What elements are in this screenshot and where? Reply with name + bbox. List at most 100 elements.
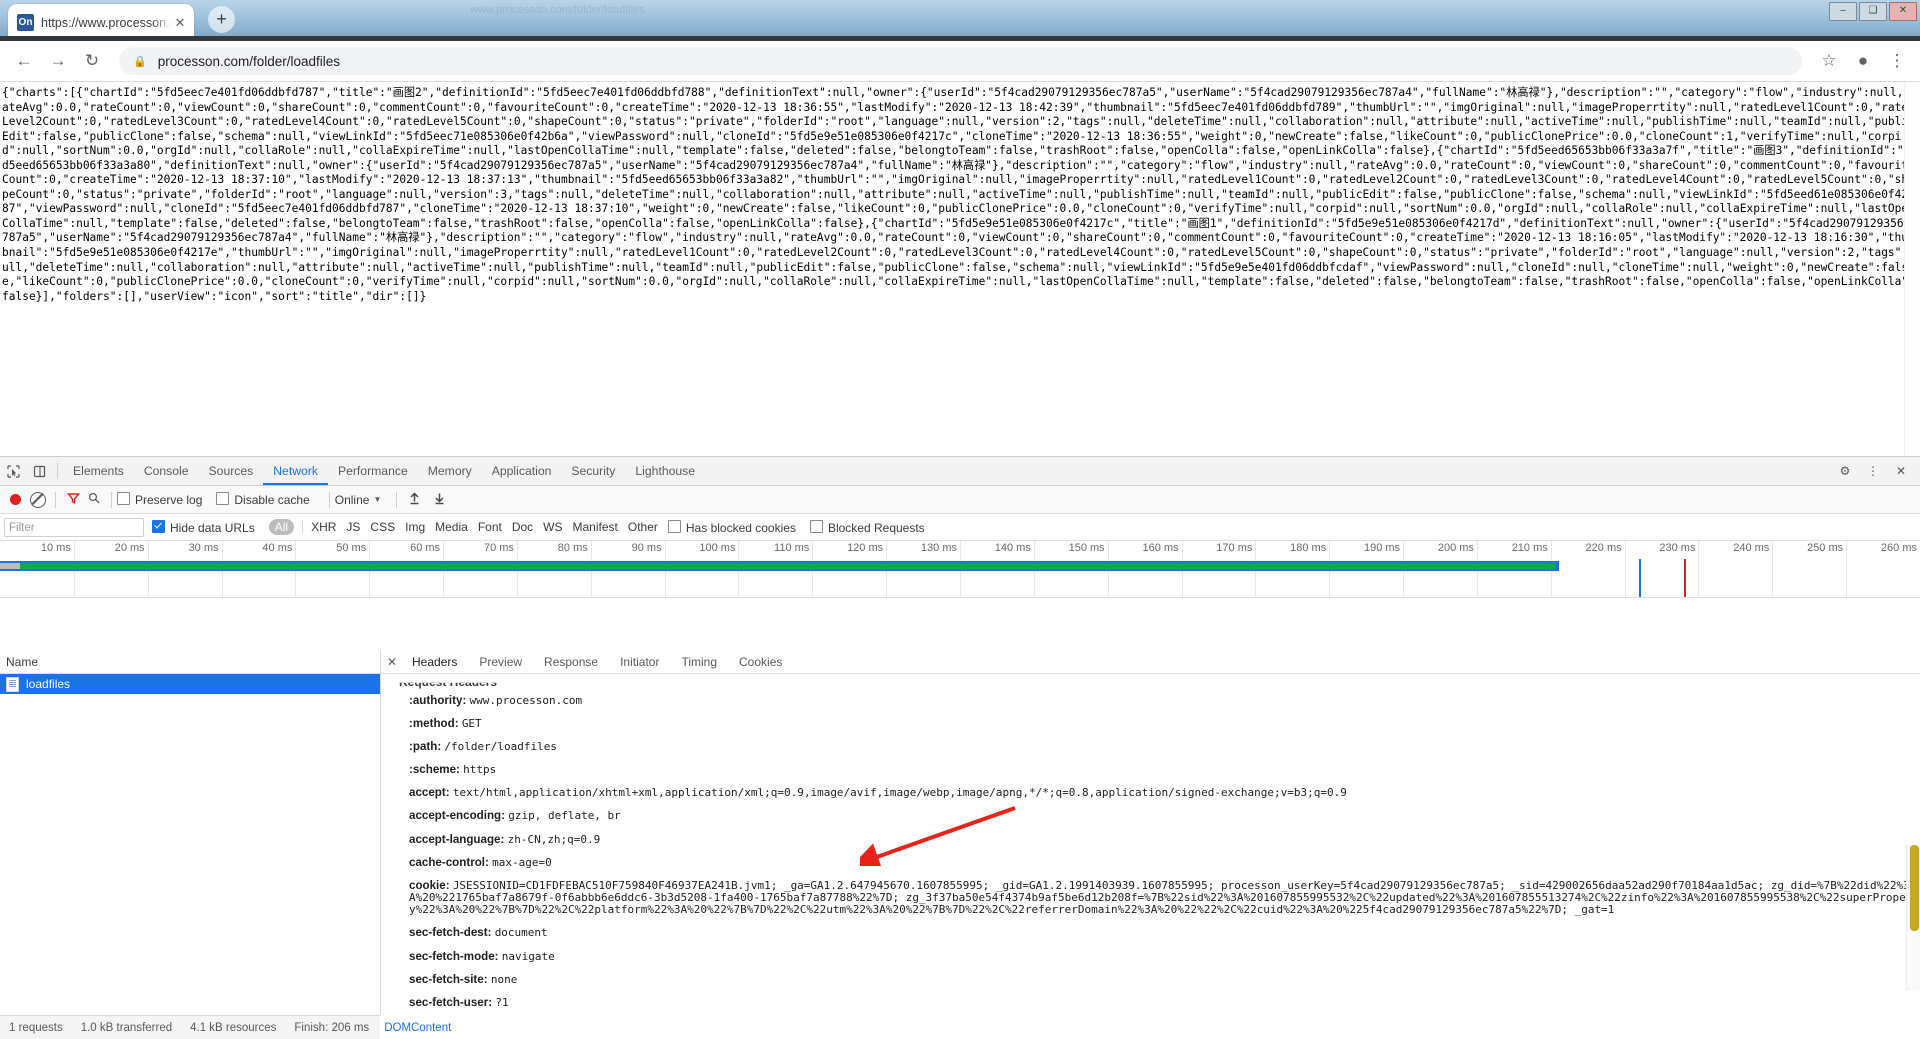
toolbar-divider (57, 463, 58, 479)
resource-type-all[interactable]: All (269, 519, 294, 535)
browser-tab[interactable]: On https://www.processon.com/fo ✕ (8, 4, 194, 41)
header-name: :method: (409, 717, 462, 730)
header-value: none (491, 973, 518, 986)
reload-icon[interactable]: ↻ (75, 44, 109, 78)
search-icon[interactable] (88, 492, 100, 507)
preserve-log-checkbox[interactable]: Preserve log (117, 492, 202, 507)
transferred-size: 1.0 kB transferred (72, 1022, 181, 1034)
detail-tab-cookies[interactable]: Cookies (728, 651, 793, 673)
resource-type-css[interactable]: CSS (370, 520, 395, 534)
export-har-icon[interactable] (434, 492, 445, 508)
timeline-tick-label: 220 ms (1586, 542, 1622, 554)
back-icon[interactable]: ← (7, 44, 41, 78)
resource-type-other[interactable]: Other (628, 520, 658, 534)
request-headers-section-title[interactable]: Request Headers (399, 675, 1920, 689)
header-name: accept-language: (409, 833, 508, 846)
close-window-button[interactable]: ✕ (1889, 2, 1917, 21)
header-value: ?1 (495, 996, 508, 1009)
detail-tab-timing[interactable]: Timing (670, 651, 728, 673)
header-name: sec-fetch-site: (409, 973, 491, 986)
disable-cache-checkbox[interactable]: Disable cache (216, 492, 309, 507)
new-tab-button[interactable]: + (208, 6, 235, 33)
header-value: /folder/loadfiles (444, 740, 557, 753)
resource-type-img[interactable]: Img (405, 520, 425, 534)
resource-type-js[interactable]: JS (346, 520, 360, 534)
filter-input[interactable]: Filter (4, 518, 144, 537)
header-row: accept-language: zh-CN,zh;q=0.9 (391, 828, 1920, 851)
tab-elements[interactable]: Elements (63, 458, 134, 485)
detail-scrollbar[interactable] (1906, 845, 1920, 991)
has-blocked-cookies-checkbox[interactable]: Has blocked cookies (668, 520, 796, 535)
close-devtools-icon[interactable]: ✕ (1888, 458, 1914, 484)
request-bar-green (20, 563, 1555, 569)
tab-performance[interactable]: Performance (328, 458, 418, 485)
toggle-device-toolbar-icon[interactable] (26, 458, 52, 484)
tab-memory[interactable]: Memory (418, 458, 482, 485)
resource-type-media[interactable]: Media (435, 520, 468, 534)
blocked-requests-checkbox[interactable]: Blocked Requests (810, 520, 925, 535)
headers-list: Request Headers :authority: www.processo… (381, 673, 1920, 1015)
tab-network[interactable]: Network (263, 458, 328, 485)
domcontentloaded-time: DOMContent (378, 1022, 457, 1034)
checkbox-box (810, 520, 823, 533)
gear-icon[interactable]: ⚙ (1832, 458, 1858, 484)
load-event-marker (1684, 559, 1686, 597)
timeline-tick-label: 60 ms (410, 542, 440, 554)
browser-menu-icon[interactable]: ⋮ (1882, 44, 1912, 78)
profile-avatar-icon[interactable]: ● (1848, 44, 1878, 78)
toolbar-divider (302, 520, 303, 534)
tab-console[interactable]: Console (134, 458, 199, 485)
filter-funnel-icon[interactable] (67, 492, 80, 508)
chevron-down-icon[interactable]: ▼ (373, 495, 381, 504)
toolbar-divider (396, 492, 397, 508)
network-overview-timeline[interactable]: 10 ms20 ms30 ms40 ms50 ms60 ms70 ms80 ms… (0, 541, 1920, 598)
browser-tab-strip: www.processon.com/folder/loadfiles On ht… (0, 0, 1920, 41)
resource-type-ws[interactable]: WS (543, 520, 562, 534)
table-row[interactable]: loadfiles (0, 674, 380, 694)
tab-sources[interactable]: Sources (199, 458, 264, 485)
inspect-element-icon[interactable] (0, 458, 26, 484)
timeline-tick-label: 130 ms (921, 542, 957, 554)
maximize-button[interactable]: ❑ (1859, 2, 1887, 21)
detail-tab-initiator[interactable]: Initiator (609, 651, 670, 673)
has-blocked-cookies-label: Has blocked cookies (686, 521, 796, 535)
import-har-icon[interactable] (409, 492, 420, 508)
forward-icon[interactable]: → (41, 44, 75, 78)
tab-lighthouse[interactable]: Lighthouse (625, 458, 705, 485)
more-options-icon[interactable]: ⋮ (1860, 458, 1886, 484)
header-row: accept: text/html,application/xhtml+xml,… (391, 782, 1920, 805)
detail-tab-response[interactable]: Response (533, 651, 609, 673)
timeline-tick-label: 150 ms (1069, 542, 1105, 554)
tab-application[interactable]: Application (482, 458, 562, 485)
bookmark-star-icon[interactable]: ☆ (1814, 44, 1844, 78)
resource-type-font[interactable]: Font (478, 520, 502, 534)
clear-network-log-icon[interactable] (30, 492, 46, 508)
close-tab-icon[interactable]: ✕ (172, 15, 188, 31)
column-header-name[interactable]: Name (0, 651, 380, 674)
resource-type-xhr[interactable]: XHR (311, 520, 336, 534)
scrollbar-thumb[interactable] (1910, 845, 1919, 931)
timeline-tick-label: 170 ms (1216, 542, 1252, 554)
disable-cache-label: Disable cache (234, 493, 309, 507)
network-content-split: Name loadfiles ✕ Headers Preview Respons… (0, 651, 1920, 1015)
header-value: text/html,application/xhtml+xml,applicat… (453, 786, 1347, 799)
timeline-tick-label: 140 ms (995, 542, 1031, 554)
toolbar-right-actions: ☆ ● ⋮ (1814, 44, 1920, 78)
record-network-log-icon[interactable] (10, 494, 21, 505)
tab-security[interactable]: Security (561, 458, 625, 485)
detail-tab-preview[interactable]: Preview (468, 651, 533, 673)
page-scrollbar[interactable] (1904, 82, 1920, 456)
header-value: www.processon.com (470, 694, 583, 707)
resource-type-manifest[interactable]: Manifest (573, 520, 618, 534)
network-throttling-select[interactable]: Online (335, 493, 370, 507)
hide-data-urls-checkbox[interactable]: Hide data URLs (152, 520, 255, 535)
close-detail-icon[interactable]: ✕ (383, 655, 401, 669)
resource-type-doc[interactable]: Doc (512, 520, 533, 534)
detail-tab-headers[interactable]: Headers (401, 651, 468, 673)
timeline-tick-label: 50 ms (336, 542, 366, 554)
request-list-pane: Name loadfiles (0, 651, 381, 1015)
header-row: :method: GET (391, 712, 1920, 735)
address-bar[interactable]: 🔒 processon.com/folder/loadfiles (119, 47, 1802, 75)
timeline-tick-label: 80 ms (558, 542, 588, 554)
minimize-button[interactable]: – (1829, 2, 1857, 21)
